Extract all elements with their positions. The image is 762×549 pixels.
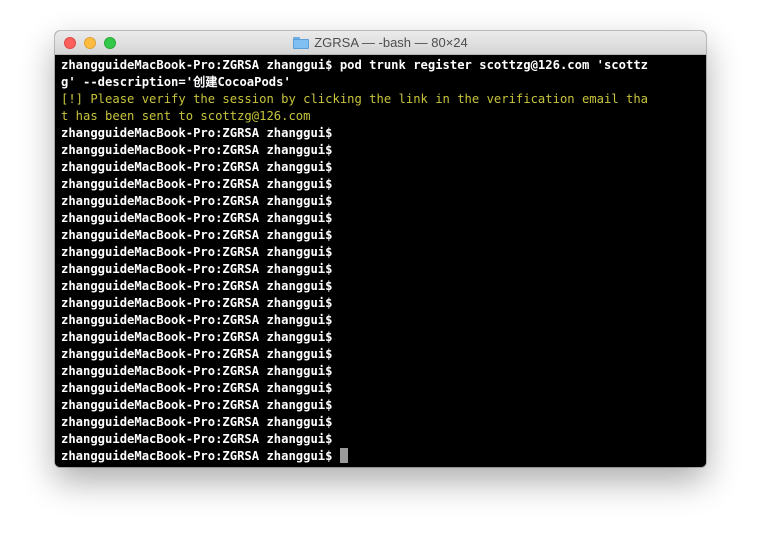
- prompt-line: zhangguideMacBook-Pro:ZGRSA zhanggui$: [61, 228, 333, 242]
- window-title: ZGRSA — -bash — 80×24: [314, 35, 468, 50]
- title-bar[interactable]: ZGRSA — -bash — 80×24: [55, 31, 706, 55]
- prompt-line: zhangguideMacBook-Pro:ZGRSA zhanggui$: [61, 177, 333, 191]
- prompt-line: zhangguideMacBook-Pro:ZGRSA zhanggui$: [61, 143, 333, 157]
- prompt-text: zhangguideMacBook-Pro:ZGRSA zhanggui$: [61, 449, 333, 463]
- prompt-line: zhangguideMacBook-Pro:ZGRSA zhanggui$: [61, 262, 333, 276]
- folder-icon: [293, 36, 310, 49]
- terminal-window: ZGRSA — -bash — 80×24 zhangguideMacBook-…: [55, 31, 706, 467]
- terminal-content[interactable]: zhangguideMacBook-Pro:ZGRSA zhanggui$ po…: [55, 55, 706, 467]
- prompt-line: zhangguideMacBook-Pro:ZGRSA zhanggui$: [61, 194, 333, 208]
- verification-message: [!] Please verify the session by clickin…: [61, 92, 648, 106]
- prompt-line: zhangguideMacBook-Pro:ZGRSA zhanggui$: [61, 347, 333, 361]
- text-cursor: [339, 448, 348, 463]
- prompt-line: zhangguideMacBook-Pro:ZGRSA zhanggui$: [61, 296, 333, 310]
- prompt-line: zhangguideMacBook-Pro:ZGRSA zhanggui$: [61, 432, 333, 446]
- prompt-line: zhangguideMacBook-Pro:ZGRSA zhanggui$: [61, 126, 333, 140]
- active-prompt-line: zhangguideMacBook-Pro:ZGRSA zhanggui$: [61, 448, 701, 465]
- prompt-line: zhangguideMacBook-Pro:ZGRSA zhanggui$: [61, 364, 333, 378]
- prompt-line: zhangguideMacBook-Pro:ZGRSA zhanggui$: [61, 245, 333, 259]
- prompt-line: zhangguideMacBook-Pro:ZGRSA zhanggui$: [61, 313, 333, 327]
- command-line: zhangguideMacBook-Pro:ZGRSA zhanggui$ po…: [61, 58, 648, 72]
- prompt-line: zhangguideMacBook-Pro:ZGRSA zhanggui$: [61, 330, 333, 344]
- verification-message-continuation: t has been sent to scottzg@126.com: [61, 109, 311, 123]
- prompt-line: zhangguideMacBook-Pro:ZGRSA zhanggui$: [61, 415, 333, 429]
- prompt-line: zhangguideMacBook-Pro:ZGRSA zhanggui$: [61, 381, 333, 395]
- command-line-continuation: g' --description='创建CocoaPods': [61, 75, 291, 89]
- prompt-line: zhangguideMacBook-Pro:ZGRSA zhanggui$: [61, 160, 333, 174]
- prompt-line: zhangguideMacBook-Pro:ZGRSA zhanggui$: [61, 398, 333, 412]
- window-title-group: ZGRSA — -bash — 80×24: [55, 31, 706, 54]
- prompt-line: zhangguideMacBook-Pro:ZGRSA zhanggui$: [61, 211, 333, 225]
- prompt-line: zhangguideMacBook-Pro:ZGRSA zhanggui$: [61, 279, 333, 293]
